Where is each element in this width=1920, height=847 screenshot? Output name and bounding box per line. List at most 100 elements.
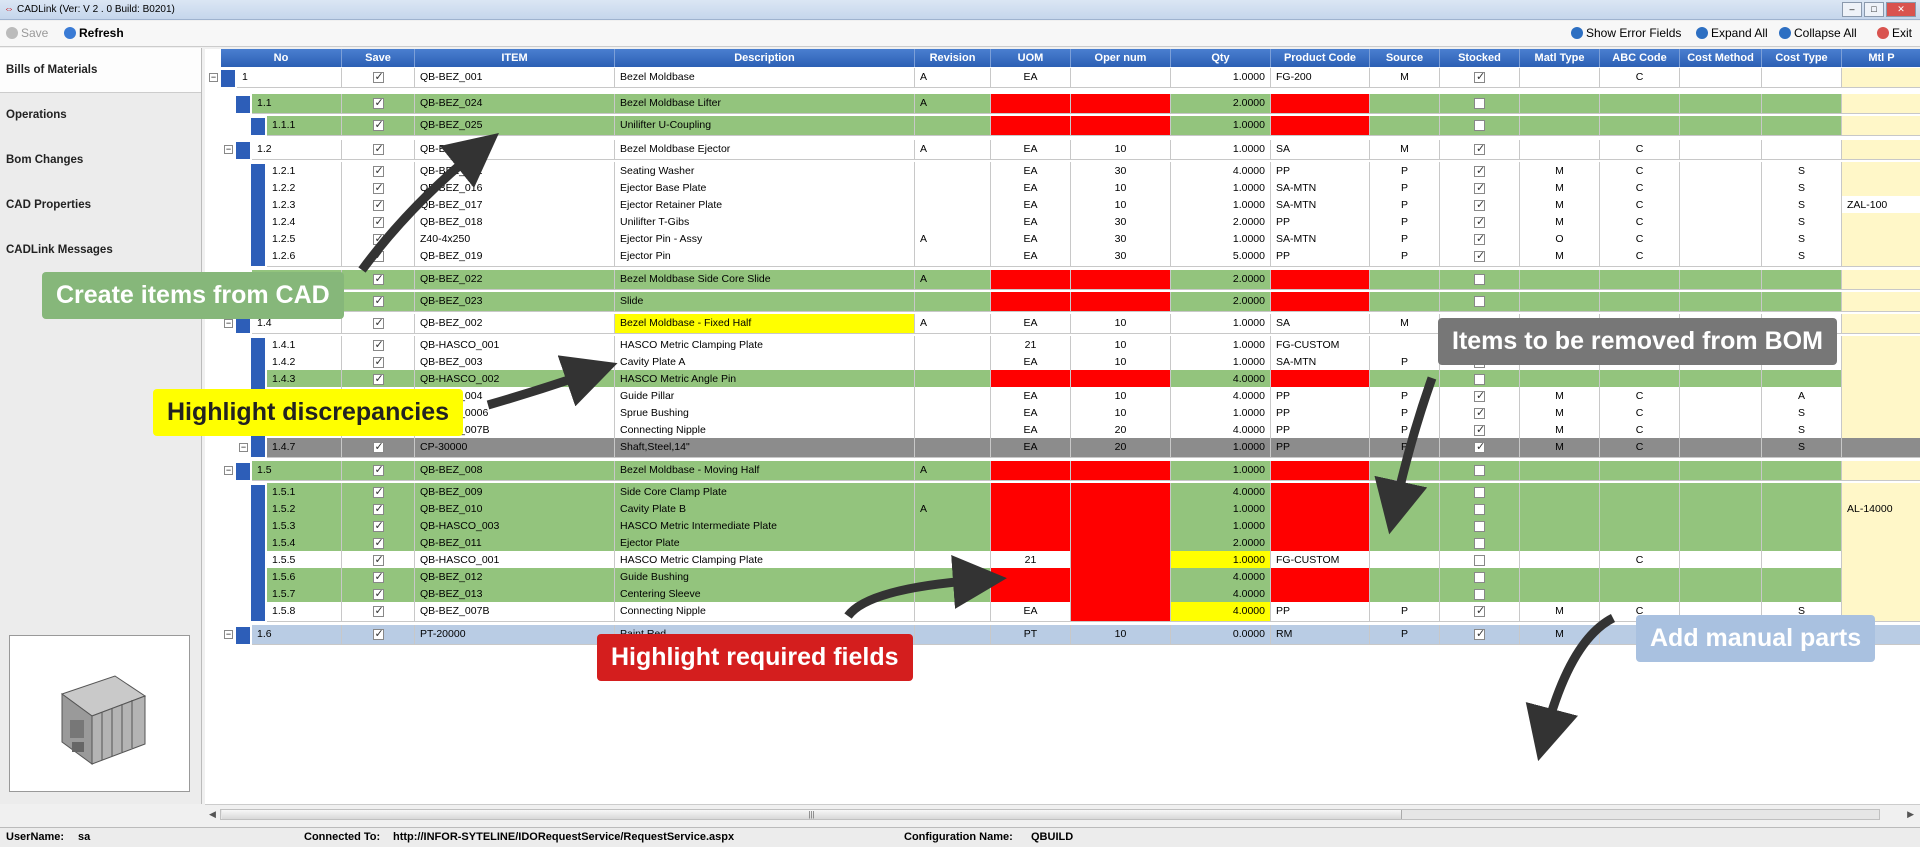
cell-uom[interactable] bbox=[991, 116, 1071, 136]
cell-mtl-p[interactable] bbox=[1842, 247, 1920, 267]
cell-qty[interactable]: 2.0000 bbox=[1171, 94, 1271, 114]
stocked-checkbox[interactable] bbox=[1474, 387, 1485, 406]
cell-mtl-p[interactable] bbox=[1842, 292, 1920, 312]
stocked-checkbox[interactable] bbox=[1474, 119, 1485, 131]
cell-uom[interactable]: EA bbox=[991, 438, 1071, 458]
cell-cost-type[interactable] bbox=[1762, 292, 1842, 312]
cell-product-code[interactable] bbox=[1271, 270, 1370, 290]
cell-revision[interactable]: A bbox=[915, 461, 991, 481]
cell-oper-num[interactable]: 10 bbox=[1071, 314, 1171, 334]
cell-oper-num[interactable]: 30 bbox=[1071, 247, 1171, 267]
save-checkbox[interactable] bbox=[372, 568, 384, 587]
cell-oper-num[interactable] bbox=[1071, 116, 1171, 136]
cell-item[interactable]: QB-BEZ_002 bbox=[415, 314, 615, 334]
cell-no[interactable]: 1 bbox=[237, 68, 342, 88]
cell-uom[interactable]: EA bbox=[991, 247, 1071, 267]
cell-description[interactable]: Shaft,Steel,14" bbox=[615, 438, 915, 458]
cell-cost-method[interactable] bbox=[1680, 247, 1762, 267]
cell-qty[interactable]: 1.0000 bbox=[1171, 461, 1271, 481]
col-header-no[interactable]: No bbox=[221, 49, 342, 67]
maximize-icon[interactable]: □ bbox=[1864, 2, 1884, 17]
cell-revision[interactable] bbox=[915, 438, 991, 458]
cell-product-code[interactable]: FG-200 bbox=[1271, 68, 1370, 88]
cell-uom[interactable] bbox=[991, 270, 1071, 290]
cell-mtl-p[interactable] bbox=[1842, 68, 1920, 88]
cell-qty[interactable]: 1.0000 bbox=[1171, 438, 1271, 458]
cell-item[interactable]: CP-30000 bbox=[415, 438, 615, 458]
cell-product-code[interactable] bbox=[1271, 94, 1370, 114]
cell-source[interactable] bbox=[1370, 270, 1440, 290]
cell-cost-method[interactable] bbox=[1680, 292, 1762, 312]
cell-matl-type[interactable] bbox=[1520, 292, 1600, 312]
cell-cost-type[interactable] bbox=[1762, 140, 1842, 160]
table-row[interactable]: − 1.5 QB-BEZ_008Bezel Moldbase - Moving Ha… bbox=[205, 461, 1920, 481]
table-row[interactable]: 1.2.6QB-BEZ_019Ejector PinEA305.0000PPPM… bbox=[205, 247, 1920, 267]
expand-all-button[interactable]: Expand All bbox=[1696, 26, 1768, 40]
cell-uom[interactable]: PT bbox=[991, 625, 1071, 645]
nav-cadlink-messages[interactable]: CADLink Messages bbox=[0, 228, 201, 273]
stocked-checkbox[interactable] bbox=[1474, 537, 1485, 549]
cell-abc-code[interactable] bbox=[1600, 94, 1680, 114]
cell-qty[interactable]: 5.0000 bbox=[1171, 247, 1271, 267]
cell-abc-code[interactable]: C bbox=[1600, 438, 1680, 458]
col-header-description[interactable]: Description bbox=[615, 49, 915, 67]
cell-cost-method[interactable] bbox=[1680, 68, 1762, 88]
cell-description[interactable]: Ejector Pin bbox=[615, 247, 915, 267]
expand-collapse-icon[interactable]: − bbox=[224, 466, 233, 475]
cell-product-code[interactable]: PP bbox=[1271, 438, 1370, 458]
expand-collapse-icon[interactable]: − bbox=[224, 630, 233, 639]
cell-mtl-p[interactable] bbox=[1842, 314, 1920, 334]
cell-no[interactable]: 1.4.7 bbox=[267, 438, 342, 458]
save-checkbox[interactable] bbox=[372, 336, 384, 355]
cell-uom[interactable] bbox=[991, 292, 1071, 312]
stocked-checkbox[interactable] bbox=[1474, 179, 1485, 198]
cell-item[interactable]: QB-BEZ_019 bbox=[415, 247, 615, 267]
stocked-checkbox[interactable] bbox=[1474, 554, 1485, 566]
col-header-source[interactable]: Source bbox=[1370, 49, 1440, 67]
stocked-checkbox[interactable] bbox=[1474, 625, 1485, 644]
stocked-checkbox[interactable] bbox=[1474, 68, 1485, 87]
cell-qty[interactable]: 2.0000 bbox=[1171, 292, 1271, 312]
cell-cost-method[interactable] bbox=[1680, 94, 1762, 114]
cell-cost-method[interactable] bbox=[1680, 461, 1762, 481]
stocked-checkbox[interactable] bbox=[1474, 162, 1485, 181]
cell-item[interactable]: QB-BEZ_015 bbox=[415, 140, 615, 160]
save-checkbox[interactable] bbox=[372, 140, 384, 159]
cell-item[interactable]: PT-20000 bbox=[415, 625, 615, 645]
cell-source[interactable]: P bbox=[1370, 625, 1440, 645]
cell-matl-type[interactable] bbox=[1520, 68, 1600, 88]
stocked-checkbox[interactable] bbox=[1474, 503, 1485, 515]
col-header-matl-type[interactable]: Matl Type bbox=[1520, 49, 1600, 67]
save-checkbox[interactable] bbox=[372, 94, 384, 113]
cell-oper-num[interactable] bbox=[1071, 270, 1171, 290]
cell-description[interactable]: Unilifter U-Coupling bbox=[615, 116, 915, 136]
col-header-oper-num[interactable]: Oper num bbox=[1071, 49, 1171, 67]
table-row[interactable]: −1.2QB-BEZ_015Bezel Moldbase EjectorAEA1… bbox=[205, 140, 1920, 160]
cell-source[interactable]: P bbox=[1370, 602, 1440, 622]
cell-product-code[interactable]: RM bbox=[1271, 625, 1370, 645]
cell-source[interactable]: P bbox=[1370, 247, 1440, 267]
cell-uom[interactable]: EA bbox=[991, 140, 1071, 160]
table-row[interactable]: 1.1 QB-BEZ_024Bezel Moldbase LifterA 2.000… bbox=[205, 94, 1920, 114]
stocked-checkbox[interactable] bbox=[1474, 140, 1485, 159]
col-header-qty[interactable]: Qty bbox=[1171, 49, 1271, 67]
cell-source[interactable]: M bbox=[1370, 140, 1440, 160]
cell-source[interactable] bbox=[1370, 94, 1440, 114]
stocked-checkbox[interactable] bbox=[1474, 520, 1485, 532]
cell-cost-type[interactable] bbox=[1762, 68, 1842, 88]
col-header-mtl-p[interactable]: Mtl P bbox=[1842, 49, 1920, 67]
cell-mtl-p[interactable] bbox=[1842, 438, 1920, 458]
cell-oper-num[interactable]: 20 bbox=[1071, 438, 1171, 458]
cell-revision[interactable]: A bbox=[915, 270, 991, 290]
cell-qty[interactable]: 1.0000 bbox=[1171, 140, 1271, 160]
cell-source[interactable] bbox=[1370, 292, 1440, 312]
cell-product-code[interactable] bbox=[1271, 116, 1370, 136]
save-checkbox[interactable] bbox=[372, 270, 384, 289]
cell-item[interactable]: QB-BEZ_001 bbox=[415, 68, 615, 88]
cell-matl-type[interactable]: M bbox=[1520, 438, 1600, 458]
stocked-checkbox[interactable] bbox=[1474, 486, 1485, 498]
horizontal-scrollbar[interactable]: ◀ ||| ▶ bbox=[205, 804, 1920, 824]
cell-abc-code[interactable] bbox=[1600, 461, 1680, 481]
cell-abc-code[interactable] bbox=[1600, 292, 1680, 312]
cell-uom[interactable]: EA bbox=[991, 602, 1071, 622]
